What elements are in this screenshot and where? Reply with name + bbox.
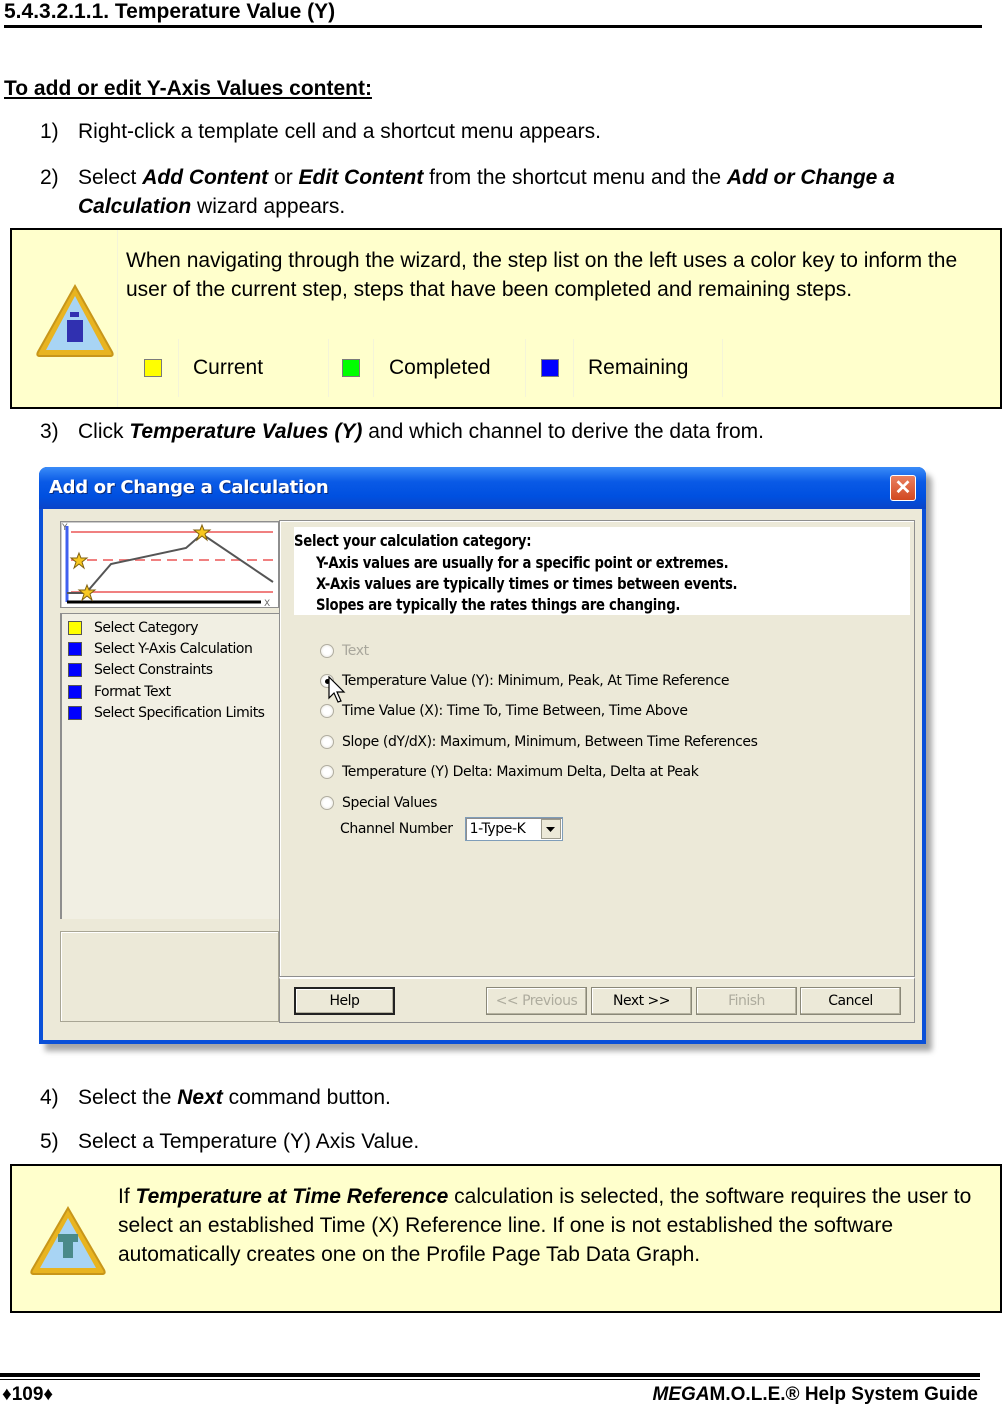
step-text: Select a Temperature (Y) Axis Value.	[78, 1130, 420, 1153]
legend-swatch-current	[144, 359, 162, 377]
step-number: 3)	[40, 420, 59, 443]
procedure-subheading: To add or edit Y-Axis Values content:	[4, 77, 372, 100]
wizard-step-list: Select Category Select Y-Axis Calculatio…	[60, 613, 279, 919]
option-special-values[interactable]: Special Values	[320, 793, 437, 813]
step-status-remaining-icon	[68, 663, 82, 677]
wizard-step-item: Format Text	[68, 682, 171, 702]
step-text: Select Add Content or Edit Content from …	[78, 166, 895, 218]
step-text: Click Temperature Values (Y) and which c…	[78, 420, 764, 443]
step-number: 5)	[40, 1130, 59, 1153]
cancel-button[interactable]: Cancel	[800, 987, 901, 1015]
note-text: If Temperature at Time Reference calcula…	[118, 1185, 972, 1266]
channel-number-select[interactable]: 1-Type-K	[464, 817, 563, 841]
time-reference-note: If Temperature at Time Reference calcula…	[10, 1164, 1002, 1313]
legend-swatch-completed	[342, 359, 360, 377]
dialog-body: Y X Select Category Select Y-Axis Calcul…	[43, 509, 922, 1040]
radio-button[interactable]	[320, 704, 334, 718]
step-4: 4) Select the Next command button.	[40, 1083, 960, 1112]
step-text: Select the Next command button.	[78, 1086, 391, 1109]
category-info-box: Select your calculation category: Y-Axis…	[294, 527, 910, 615]
info-line: Slopes are typically the rates things ar…	[316, 595, 681, 614]
legend-label-completed: Completed	[389, 356, 491, 379]
color-key-note: When navigating through the wizard, the …	[10, 228, 1002, 409]
finish-button[interactable]: Finish	[696, 987, 797, 1015]
channel-number-label: Channel Number	[340, 821, 453, 837]
info-line: X-Axis values are typically times or tim…	[316, 574, 738, 593]
step-status-current-icon	[68, 621, 82, 635]
radio-button[interactable]	[320, 765, 334, 779]
option-time-value[interactable]: Time Value (X): Time To, Time Between, T…	[320, 701, 688, 721]
info-title: Select your calculation category:	[294, 531, 532, 550]
radio-button[interactable]	[320, 735, 334, 749]
profile-curve	[67, 532, 274, 594]
dialog-titlebar[interactable]: Add or Change a Calculation ✕	[39, 467, 926, 509]
legend-swatch-remaining	[540, 359, 559, 377]
step-status-remaining-icon	[68, 642, 82, 656]
tip-warning-icon	[30, 1206, 106, 1275]
option-temperature-value[interactable]: Temperature Value (Y): Minimum, Peak, At…	[320, 671, 729, 691]
channel-number-value: 1-Type-K	[469, 821, 526, 837]
star-icon	[77, 583, 97, 602]
add-change-calculation-dialog: Add or Change a Calculation ✕ Y X Select…	[39, 467, 926, 1044]
step-status-remaining-icon	[68, 685, 82, 699]
wizard-button-bar: Help << Previous Next >> Finish Cancel	[279, 977, 915, 1023]
option-slope[interactable]: Slope (dY/dX): Maximum, Minimum, Between…	[320, 732, 758, 752]
option-text[interactable]: Text	[320, 641, 369, 661]
step-5: 5) Select a Temperature (Y) Axis Value.	[40, 1127, 960, 1156]
note-text: When navigating through the wizard, the …	[126, 249, 958, 301]
step-text: Right-click a template cell and a shortc…	[78, 120, 601, 143]
step-3: 3) Click Temperature Values (Y) and which…	[40, 417, 960, 446]
channel-number-row: Channel Number 1-Type-K	[340, 817, 563, 841]
guide-title: MEGAM.O.L.E.® Help System Guide	[652, 1384, 978, 1405]
color-legend: Current Completed Remaining	[128, 338, 723, 398]
star-icon	[69, 551, 89, 570]
calculation-preview-graph: Y X	[60, 521, 279, 609]
step-number: 2)	[40, 166, 59, 189]
previous-button[interactable]: << Previous	[486, 987, 587, 1015]
step-status-remaining-icon	[68, 706, 82, 720]
dropdown-arrow-icon[interactable]	[540, 819, 561, 839]
footer-rule	[0, 1373, 980, 1377]
page-number: ♦109♦	[2, 1384, 54, 1405]
description-panel	[60, 931, 279, 1022]
info-warning-icon	[36, 283, 114, 357]
step-1: 1) Right-click a template cell and a shor…	[40, 117, 960, 146]
next-button[interactable]: Next >>	[591, 987, 692, 1015]
category-panel: Select your calculation category: Y-Axis…	[279, 520, 915, 977]
legend-label-remaining: Remaining	[588, 356, 689, 379]
wizard-step-item: Select Y-Axis Calculation	[68, 639, 253, 659]
section-heading: 5.4.3.2.1.1. Temperature Value (Y)	[4, 0, 982, 28]
step-number: 4)	[40, 1086, 59, 1109]
close-icon: ✕	[894, 477, 912, 499]
footer-rule	[0, 1379, 980, 1380]
step-number: 1)	[40, 120, 59, 143]
dialog-title: Add or Change a Calculation	[49, 477, 329, 498]
wizard-step-item: Select Category	[68, 618, 199, 638]
graph-x-label: X	[264, 599, 270, 607]
close-button[interactable]: ✕	[890, 475, 916, 501]
mouse-pointer-icon	[328, 676, 346, 703]
radio-button[interactable]	[320, 796, 334, 810]
option-temperature-delta[interactable]: Temperature (Y) Delta: Maximum Delta, De…	[320, 762, 699, 782]
radio-button[interactable]	[320, 644, 334, 658]
graph-y-label: Y	[61, 523, 68, 533]
legend-label-current: Current	[193, 356, 264, 379]
wizard-step-item: Select Constraints	[68, 660, 213, 680]
info-line: Y-Axis values are usually for a specific…	[316, 553, 729, 572]
help-button[interactable]: Help	[294, 987, 395, 1015]
step-2: 2) Select Add Content or Edit Content fro…	[40, 163, 960, 221]
wizard-step-item: Select Specification Limits	[68, 703, 265, 723]
